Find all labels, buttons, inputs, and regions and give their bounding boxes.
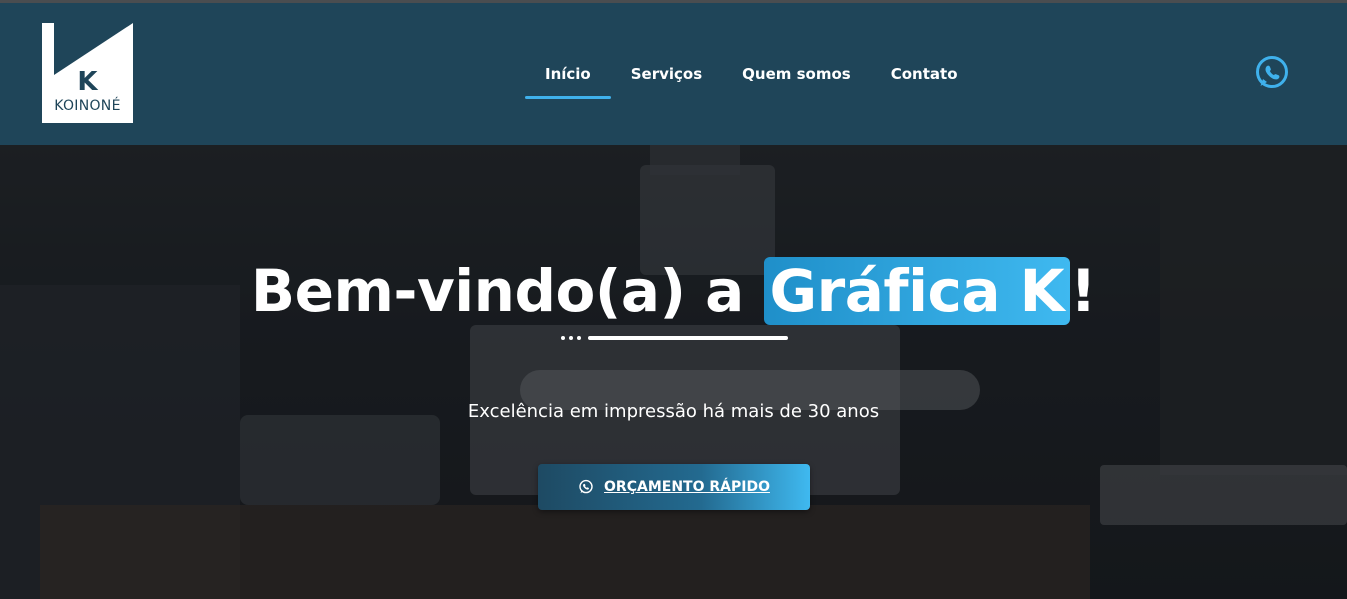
hero-content: Bem-vindo(a) a Gráfica K! Excelência em … <box>0 145 1347 599</box>
whatsapp-icon <box>578 479 594 495</box>
nav-item-servicos[interactable]: Serviços <box>611 55 722 99</box>
nav-item-inicio[interactable]: Início <box>525 55 611 99</box>
nav-item-quem-somos[interactable]: Quem somos <box>722 55 871 99</box>
title-underline <box>588 336 788 340</box>
hero-title-prefix: Bem-vindo(a) a <box>250 257 764 325</box>
hero-title-suffix: ! <box>1070 257 1097 325</box>
quick-quote-label: ORÇAMENTO RÁPIDO <box>604 479 770 495</box>
hero-title-highlight: Gráfica K <box>763 257 1071 325</box>
nav-item-contato[interactable]: Contato <box>871 55 978 99</box>
hero-title: Bem-vindo(a) a Gráfica K! <box>0 257 1347 325</box>
whatsapp-icon[interactable] <box>1254 55 1290 91</box>
logo-letter: K <box>77 67 98 97</box>
title-decoration-dots <box>561 336 591 342</box>
hero-subtitle: Excelência em impressão há mais de 30 an… <box>467 401 880 422</box>
koinone-logo[interactable]: K KOINONÉ <box>42 23 133 123</box>
logo-name: KOINONÉ <box>54 98 121 114</box>
hero-section: Bem-vindo(a) a Gráfica K! Excelência em … <box>0 145 1347 599</box>
site-header: K KOINONÉ Início Serviços Quem somos Con… <box>0 3 1347 145</box>
quick-quote-button[interactable]: ORÇAMENTO RÁPIDO <box>538 464 810 510</box>
main-nav: Início Serviços Quem somos Contato <box>525 55 978 99</box>
